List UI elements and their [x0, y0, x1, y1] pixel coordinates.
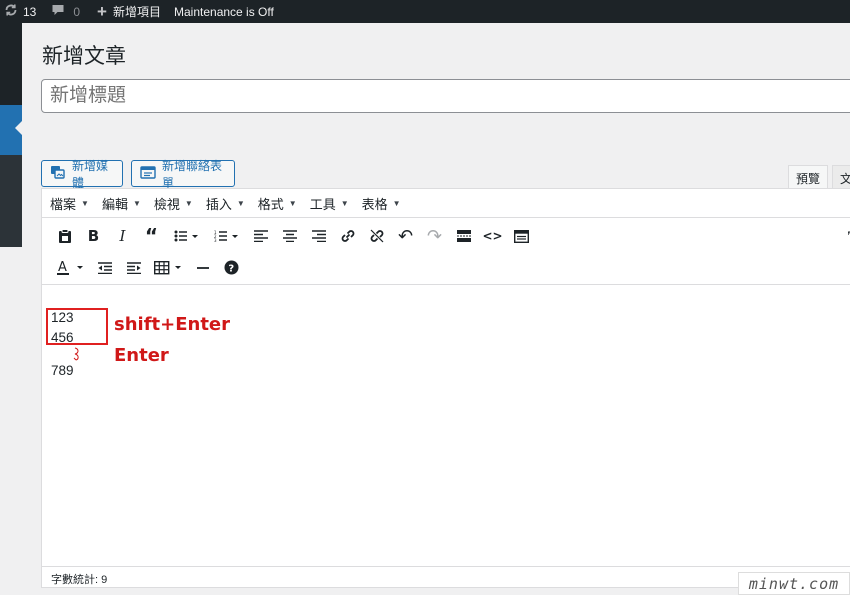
link-icon[interactable]	[333, 223, 362, 249]
add-contact-form-label: 新增聯絡表單	[162, 158, 223, 190]
blockquote-icon[interactable]: “	[137, 223, 166, 249]
updates-menu[interactable]: 13	[4, 0, 36, 23]
editor-statusbar: 字數統計: 9	[42, 566, 850, 587]
form-icon	[140, 165, 156, 182]
italic-icon[interactable]: I	[108, 223, 137, 249]
menu-insert-label: 插入	[205, 196, 232, 212]
menu-format[interactable]: 格式 ▼	[258, 194, 297, 213]
svg-text:A: A	[58, 260, 67, 275]
annotation-arrow-icon	[73, 347, 79, 361]
align-center-icon[interactable]	[275, 223, 304, 249]
admin-bar: 13 0 + 新增項目 Maintenance is Off	[0, 0, 850, 23]
align-right-icon[interactable]	[304, 223, 333, 249]
add-media-label: 新增媒體	[72, 158, 109, 190]
menu-tools-label: 工具	[309, 196, 336, 212]
new-item-menu[interactable]: + 新增項目	[97, 0, 161, 23]
editor-content[interactable]: 123 456 shift+Enter Enter 789	[42, 286, 850, 568]
annotation-highlight-box	[46, 308, 108, 345]
menu-insert[interactable]: 插入 ▼	[206, 194, 245, 213]
add-media-icon	[50, 165, 66, 182]
new-item-label: 新增項目	[112, 5, 161, 19]
plus-icon: +	[97, 1, 107, 21]
outdent-icon[interactable]	[90, 255, 119, 281]
bold-icon[interactable]: B	[79, 223, 108, 249]
fullscreen-icon[interactable]: ⤡	[838, 223, 850, 249]
chevron-down-icon: ▼	[340, 198, 349, 208]
menu-edit-label: 編輯	[101, 196, 128, 212]
svg-text:3: 3	[214, 238, 217, 242]
word-count: 字數統計: 9	[51, 574, 108, 586]
indent-icon[interactable]	[119, 255, 148, 281]
toolbar-toggle-icon[interactable]	[507, 223, 536, 249]
chevron-down-icon: ▼	[236, 198, 245, 208]
horizontal-line-icon[interactable]	[188, 255, 217, 281]
code-icon[interactable]: <>	[478, 223, 507, 249]
menu-view-label: 檢視	[153, 196, 180, 212]
numbered-list-icon[interactable]: 123	[206, 223, 246, 249]
unlink-icon[interactable]	[362, 223, 391, 249]
annotation-shift-enter: shift+Enter	[114, 314, 231, 335]
menu-file[interactable]: 檔案 ▼	[50, 194, 89, 213]
refresh-icon	[4, 3, 18, 20]
undo-icon[interactable]: ↶	[391, 223, 420, 249]
add-contact-form-button[interactable]: 新增聯絡表單	[131, 159, 235, 190]
read-more-icon[interactable]	[449, 223, 478, 249]
add-media-button[interactable]: 新增媒體	[41, 159, 123, 190]
bullet-list-icon[interactable]	[166, 223, 206, 249]
sidebar-submenu[interactable]	[0, 155, 22, 247]
content-line-3: 789	[51, 363, 74, 378]
help-icon[interactable]: ?	[217, 255, 246, 281]
comments-count: 0	[73, 4, 81, 19]
paste-icon[interactable]	[50, 223, 79, 249]
align-left-icon[interactable]	[246, 223, 275, 249]
menu-edit[interactable]: 編輯 ▼	[102, 194, 141, 213]
tab-visual-label: 預覽	[796, 172, 821, 186]
chevron-down-icon: ▼	[81, 198, 89, 208]
chevron-down-icon: ▼	[184, 198, 193, 208]
menu-format-label: 格式	[257, 196, 284, 212]
comment-icon	[51, 3, 65, 20]
sidebar-menu-top[interactable]	[0, 23, 22, 105]
menu-tools[interactable]: 工具 ▼	[310, 194, 349, 213]
sidebar-item-posts-active[interactable]	[0, 105, 22, 155]
editor-toolbar-primary: B I “ 123 ↶ ↷ <> ⤡	[42, 221, 850, 251]
redo-icon[interactable]: ↷	[420, 223, 449, 249]
chevron-down-icon: ▼	[288, 198, 297, 208]
menu-file-label: 檔案	[50, 196, 77, 212]
chevron-down-icon: ▼	[132, 198, 141, 208]
post-title-input[interactable]	[41, 79, 850, 113]
maintenance-status[interactable]: Maintenance is Off	[174, 0, 274, 23]
comments-menu[interactable]: 0	[51, 0, 80, 23]
editor-toolbar-secondary: A ?	[42, 251, 850, 285]
tab-text[interactable]: 文	[832, 165, 850, 188]
annotation-enter: Enter	[114, 345, 169, 366]
menu-table-label: 表格	[361, 196, 388, 212]
text-color-icon[interactable]: A	[50, 255, 90, 281]
chevron-down-icon: ▼	[392, 198, 401, 208]
watermark: minwt.com	[738, 572, 850, 595]
maintenance-label: Maintenance is Off	[174, 4, 274, 19]
table-icon[interactable]	[148, 255, 188, 281]
tinymce-editor: 檔案 ▼ 編輯 ▼ 檢視 ▼ 插入 ▼ 格式 ▼ 工具 ▼ 表格 ▼ B I “ 123 ↶ …	[41, 188, 850, 588]
page-title: 新增文章	[42, 45, 126, 68]
menu-view[interactable]: 檢視 ▼	[154, 194, 193, 213]
menu-table[interactable]: 表格 ▼	[362, 194, 401, 213]
svg-text:?: ?	[228, 263, 234, 274]
tab-text-label: 文	[840, 172, 850, 186]
editor-menubar: 檔案 ▼ 編輯 ▼ 檢視 ▼ 插入 ▼ 格式 ▼ 工具 ▼ 表格 ▼	[42, 189, 850, 218]
admin-sidebar	[0, 23, 22, 595]
updates-count: 13	[23, 4, 37, 19]
tab-visual[interactable]: 預覽	[788, 165, 828, 188]
